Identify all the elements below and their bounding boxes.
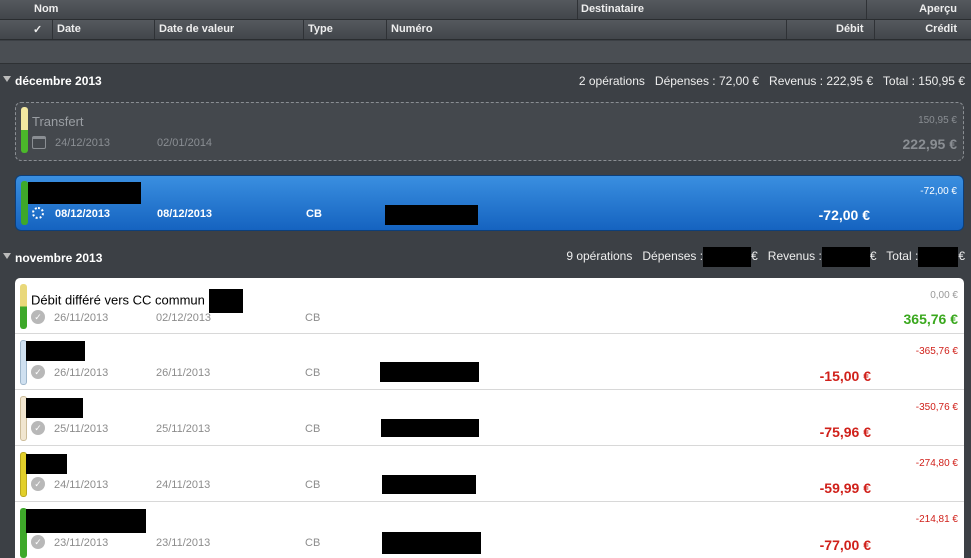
redacted-number (385, 205, 478, 225)
column-date[interactable]: Date (57, 23, 81, 35)
group-title: novembre 2013 (15, 251, 103, 265)
category-color-bar (20, 284, 27, 329)
category-color-bar (21, 181, 28, 225)
disclosure-triangle-icon[interactable] (3, 76, 11, 82)
transaction-value-date: 23/11/2013 (156, 537, 211, 549)
transaction-row[interactable]: ✓ 26/11/2013 26/11/2013 CB -365,76 € -15… (15, 334, 964, 390)
running-balance: -214,81 € (915, 514, 958, 525)
transaction-value-date: 08/12/2013 (157, 208, 213, 220)
check-circle-icon[interactable]: ✓ (31, 421, 45, 435)
transaction-value-date: 24/11/2013 (156, 479, 211, 491)
transaction-value-date: 26/11/2013 (156, 367, 211, 379)
transaction-date: 24/12/2013 (55, 137, 111, 149)
running-balance: -72,00 € (920, 186, 957, 197)
redacted-name (28, 182, 141, 204)
check-circle-icon[interactable]: ✓ (31, 477, 45, 491)
transaction-type: CB (305, 367, 321, 379)
transaction-value-date: 02/12/2013 (156, 312, 212, 324)
group-summary: 2 opérations Dépenses : 72,00 € Revenus … (578, 74, 965, 88)
transaction-value-date: 02/01/2014 (157, 137, 213, 149)
transaction-name: Débit différé vers CC commun (31, 289, 243, 313)
transaction-date: 26/11/2013 (54, 312, 109, 324)
column-nom[interactable]: Nom (34, 3, 58, 15)
transaction-date: 08/12/2013 (55, 208, 111, 220)
transaction-type: CB (306, 208, 322, 220)
transaction-type: CB (305, 479, 321, 491)
group-summary: 9 opérations Dépenses : € Revenus : € Tota… (566, 247, 965, 267)
transaction-pending[interactable]: Transfert 24/12/2013 02/01/2014 150,95 €… (15, 102, 964, 161)
transaction-amount: 222,95 € (902, 136, 958, 152)
transaction-type: CB (305, 423, 321, 435)
redacted-name (26, 454, 67, 474)
transaction-name: Transfert (32, 114, 84, 129)
column-header-row-1: Nom Destinataire Aperçu (0, 0, 971, 20)
column-numero[interactable]: Numéro (391, 23, 433, 35)
transaction-type: CB (305, 312, 321, 324)
redacted-number (381, 419, 479, 437)
running-balance: -274,80 € (915, 458, 958, 469)
redacted-name (26, 509, 146, 533)
check-circle-icon[interactable]: ✓ (31, 365, 45, 379)
transaction-date: 24/11/2013 (54, 479, 109, 491)
transaction-amount: -77,00 € (819, 537, 871, 553)
redacted-number (382, 475, 476, 494)
column-apercu[interactable]: Aperçu (919, 3, 957, 15)
group-header-december[interactable]: décembre 2013 2 opérations Dépenses : 72… (0, 70, 971, 92)
check-circle-icon[interactable]: ✓ (31, 535, 45, 549)
transaction-amount: -15,00 € (819, 368, 871, 384)
running-balance: 150,95 € (918, 115, 957, 126)
redacted-number (380, 362, 479, 382)
disclosure-triangle-icon[interactable] (3, 253, 11, 259)
group-title: décembre 2013 (15, 74, 102, 88)
running-balance: 0,00 € (930, 290, 958, 301)
running-balance: -350,76 € (915, 402, 958, 413)
running-balance: -365,76 € (915, 346, 958, 357)
column-date-valeur[interactable]: Date de valeur (159, 23, 234, 35)
category-color-bar (21, 107, 28, 153)
header-band (0, 41, 971, 64)
column-destinataire[interactable]: Destinataire (581, 3, 644, 15)
redacted-name (26, 341, 85, 361)
transaction-row[interactable]: Débit différé vers CC commun ✓ 26/11/201… (15, 278, 964, 334)
redacted-number (382, 532, 481, 554)
redacted-name (26, 398, 83, 418)
transaction-selected[interactable]: 08/12/2013 08/12/2013 CB -72,00 € -72,00… (15, 175, 964, 231)
transaction-row[interactable]: ✓ 23/11/2013 23/11/2013 CB -214,81 € -77… (15, 502, 964, 558)
transaction-type: CB (305, 537, 321, 549)
transaction-amount: -59,99 € (819, 480, 871, 496)
column-debit[interactable]: Débit (836, 23, 864, 35)
transaction-row[interactable]: ✓ 24/11/2013 24/11/2013 CB -274,80 € -59… (15, 446, 964, 502)
transaction-amount: 365,76 € (903, 311, 959, 327)
column-header-row-2: ✓ Date Date de valeur Type Numéro Débit … (0, 20, 971, 40)
column-credit[interactable]: Crédit (925, 23, 957, 35)
check-circle-icon[interactable]: ✓ (31, 310, 45, 324)
transaction-value-date: 25/11/2013 (156, 423, 211, 435)
transaction-row[interactable]: ✓ 25/11/2013 25/11/2013 CB -350,76 € -75… (15, 390, 964, 446)
column-check[interactable]: ✓ (33, 23, 42, 36)
transaction-date: 25/11/2013 (54, 423, 109, 435)
transaction-date: 26/11/2013 (54, 367, 109, 379)
column-type[interactable]: Type (308, 23, 333, 35)
transaction-amount: -72,00 € (818, 207, 870, 223)
group-header-november[interactable]: novembre 2013 9 opérations Dépenses : € R… (0, 247, 971, 269)
transaction-list-november: Débit différé vers CC commun ✓ 26/11/201… (15, 278, 964, 558)
calendar-icon (32, 136, 46, 149)
transaction-date: 23/11/2013 (54, 537, 109, 549)
transaction-amount: -75,96 € (819, 424, 871, 440)
spinner-icon (32, 207, 44, 219)
